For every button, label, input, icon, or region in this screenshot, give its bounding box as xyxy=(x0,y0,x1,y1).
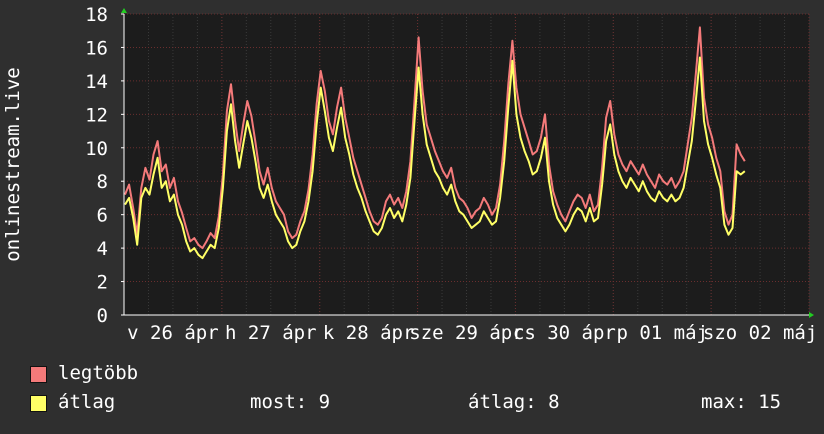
y-tick-label: 2 xyxy=(97,272,108,294)
legend-row-max: legtöbb xyxy=(30,362,810,388)
stat-max-value: 15 xyxy=(758,391,782,413)
x-axis-arrow-icon xyxy=(809,312,814,318)
legend-swatch-max xyxy=(30,366,47,383)
y-tick-labels: 0 2 4 6 8 10 12 14 16 18 xyxy=(85,4,108,327)
x-tick-label: cs 30 ápr xyxy=(513,322,616,344)
legend-swatch-avg xyxy=(30,395,47,412)
stat-now-value: 9 xyxy=(318,391,331,413)
legend-label-avg: átlag xyxy=(58,391,116,413)
y-tick-label: 10 xyxy=(85,138,108,160)
legend-row-avg: átlag most: 9 átlag: 8 max: 15 xyxy=(30,391,810,417)
stat-max: max: 15 xyxy=(701,391,781,413)
chart: 0 2 4 6 8 10 12 14 16 18 v 26 ápr h 27 ápr k 28 ápr… xyxy=(0,0,824,430)
y-tick-label: 16 xyxy=(85,37,108,59)
stat-max-label: max: xyxy=(701,391,747,413)
stat-average-value: 8 xyxy=(548,391,560,413)
x-tick-label: szo 02 máj xyxy=(703,322,817,344)
y-tick-label: 4 xyxy=(97,238,108,260)
stat-now-label: most: xyxy=(250,391,308,413)
y-axis-label: onlinestream.live xyxy=(2,67,24,261)
stat-now: most: 9 xyxy=(250,391,330,413)
x-tick-label: sze 29 ápr xyxy=(409,322,523,344)
x-tick-label: h 27 ápr xyxy=(225,322,317,344)
x-tick-label: p 01 máj xyxy=(616,322,708,344)
legend-label-max: legtöbb xyxy=(58,362,139,384)
y-tick-label: 8 xyxy=(97,171,108,193)
y-tick-label: 12 xyxy=(85,104,108,126)
x-tick-label: v 26 ápr xyxy=(127,322,219,344)
stat-average-label: átlag: xyxy=(468,391,537,413)
y-axis-arrow-icon xyxy=(121,8,127,13)
x-tick-label: k 28 ápr xyxy=(323,322,415,344)
x-tick-labels: v 26 ápr h 27 ápr k 28 áprsze 29 áprcs 30 … xyxy=(127,322,817,344)
legend: legtöbb átlag most: 9 átlag: 8 max: 15 xyxy=(30,362,810,426)
y-tick-label: 14 xyxy=(85,71,108,93)
stat-average: átlag: 8 xyxy=(468,391,560,413)
y-tick-label: 18 xyxy=(85,4,108,26)
y-tick-label: 6 xyxy=(97,205,108,227)
y-tick-label: 0 xyxy=(97,305,108,327)
